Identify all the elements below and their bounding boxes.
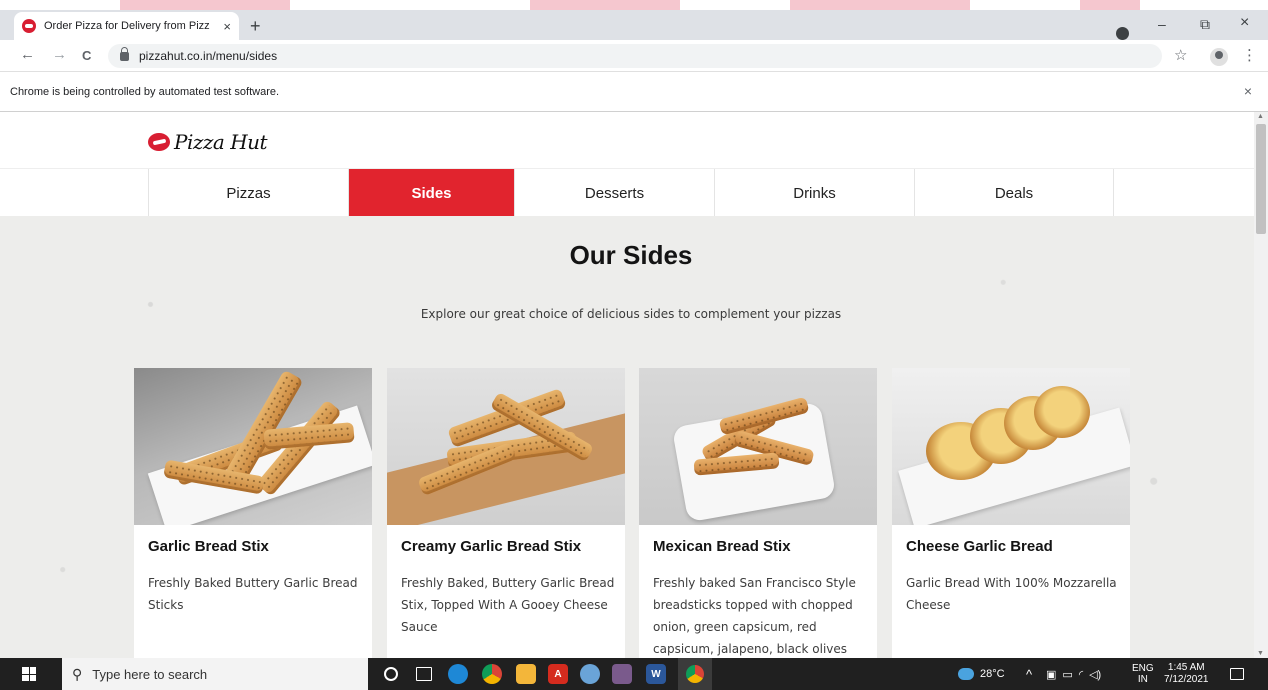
wifi-icon[interactable]: ◜: [1079, 668, 1083, 681]
browser-tab[interactable]: Order Pizza for Delivery from Pizz ×: [14, 12, 239, 40]
nav-item-drinks[interactable]: Drinks: [714, 169, 914, 217]
site-header: Pizza Hut: [0, 112, 1254, 168]
taskbar-search-box[interactable]: ⚲ Type here to search: [62, 658, 368, 690]
product-card-cheese-garlic-bread[interactable]: Cheese Garlic Bread Garlic Bread With 10…: [892, 368, 1130, 658]
chrome-taskbar-active-icon[interactable]: [678, 658, 712, 690]
app-icon[interactable]: [612, 664, 632, 684]
window-close-button[interactable]: ×: [1240, 14, 1249, 32]
lock-icon: [120, 46, 129, 61]
top-edge-strip: [0, 0, 1268, 10]
menu-category-nav: Pizzas Sides Desserts Drinks Deals: [0, 168, 1254, 217]
windows-start-icon[interactable]: [22, 667, 36, 681]
network-icon[interactable]: ▣: [1046, 668, 1056, 681]
product-image[interactable]: [892, 368, 1130, 525]
temperature-text: 28°C: [980, 668, 1005, 680]
volume-icon[interactable]: ◁): [1089, 668, 1101, 681]
nav-item-desserts[interactable]: Desserts: [514, 169, 714, 217]
section-title: Our Sides: [569, 240, 693, 270]
pizza-hut-roof-icon: [148, 133, 170, 151]
logo-wordmark: Pizza Hut: [174, 130, 268, 154]
product-card-mexican-bread-stix[interactable]: Mexican Bread Stix Freshly baked San Fra…: [639, 368, 877, 658]
pizza-hut-favicon-icon: [22, 19, 36, 33]
scroll-down-arrow-icon[interactable]: ▼: [1257, 650, 1264, 657]
scroll-up-arrow-icon[interactable]: ▲: [1257, 113, 1264, 120]
product-image[interactable]: [639, 368, 877, 525]
weather-icon: [958, 668, 974, 680]
nav-item-deals[interactable]: Deals: [914, 169, 1114, 217]
bookmark-star-icon[interactable]: ☆: [1174, 46, 1187, 64]
tray-icons: ▣ ▭ ◜ ◁): [1046, 658, 1101, 690]
pizza-hut-logo[interactable]: Pizza Hut: [148, 130, 268, 154]
forward-button[interactable]: →: [52, 46, 67, 63]
windows-taskbar: ⚲ Type here to search A W 28°C ^ ▣ ▭ ◜ ◁…: [0, 658, 1268, 690]
product-image[interactable]: [134, 368, 372, 525]
tab-title: Order Pizza for Delivery from Pizz: [44, 20, 210, 32]
window-minimize-button[interactable]: –: [1158, 16, 1166, 32]
window-restore-button[interactable]: ⧉: [1200, 16, 1210, 33]
product-name: Cheese Garlic Bread: [906, 538, 1053, 555]
browser-toolbar: ← → C pizzahut.co.in/menu/sides ☆ ⋮: [0, 40, 1268, 72]
nav-item-sides[interactable]: Sides: [348, 169, 514, 217]
back-button[interactable]: ←: [20, 46, 35, 63]
profile-avatar-icon[interactable]: [1210, 48, 1228, 66]
product-image[interactable]: [387, 368, 625, 525]
notification-center-icon[interactable]: [1230, 658, 1244, 690]
file-explorer-icon[interactable]: [516, 664, 536, 684]
cortana-icon[interactable]: [384, 667, 398, 681]
system-clock[interactable]: 1:45 AM 7/12/2021: [1164, 658, 1209, 690]
clock-time: 1:45 AM: [1167, 662, 1205, 673]
weather-widget[interactable]: 28°C: [958, 658, 1005, 690]
automation-infobar: Chrome is being controlled by automated …: [0, 72, 1268, 112]
chrome-icon[interactable]: [482, 664, 502, 684]
language-top: ENG: [1132, 663, 1154, 674]
taskbar-search-placeholder: Type here to search: [92, 666, 208, 682]
page-viewport: Pizza Hut Pizzas Sides Desserts Drinks D…: [0, 112, 1254, 658]
task-view-icon[interactable]: [416, 667, 432, 681]
paint-icon[interactable]: [580, 664, 600, 684]
infobar-message: Chrome is being controlled by automated …: [10, 85, 280, 98]
product-description: Freshly Baked, Buttery Garlic Bread Stix…: [401, 576, 615, 634]
tray-overflow-icon[interactable]: ^: [1026, 658, 1032, 690]
address-url: pizzahut.co.in/menu/sides: [139, 49, 278, 63]
search-icon: ⚲: [72, 665, 83, 682]
clock-date: 7/12/2021: [1164, 674, 1209, 685]
product-description: Garlic Bread With 100% Mozzarella Cheese: [906, 576, 1117, 612]
infobar-close-icon[interactable]: ×: [1244, 83, 1252, 99]
word-icon[interactable]: W: [646, 664, 666, 684]
product-name: Garlic Bread Stix: [148, 538, 269, 555]
product-name: Mexican Bread Stix: [653, 538, 791, 555]
nav-item-pizzas[interactable]: Pizzas: [148, 169, 348, 217]
section-subtitle: Explore our great choice of delicious si…: [420, 307, 842, 321]
product-description: Freshly baked San Francisco Style breads…: [653, 576, 856, 656]
language-bottom: IN: [1137, 674, 1148, 685]
page-scrollbar[interactable]: ▲ ▼: [1254, 112, 1268, 658]
new-tab-button[interactable]: +: [250, 16, 261, 37]
acrobat-icon[interactable]: A: [548, 664, 568, 684]
product-card-garlic-bread-stix[interactable]: Garlic Bread Stix Freshly Baked Buttery …: [134, 368, 372, 658]
chrome-menu-icon[interactable]: ⋮: [1242, 46, 1257, 64]
language-indicator[interactable]: ENG IN: [1132, 658, 1154, 690]
browser-tab-bar: Order Pizza for Delivery from Pizz × + –…: [0, 10, 1268, 40]
scrollbar-thumb[interactable]: [1256, 124, 1266, 234]
chrome-extension-icon[interactable]: [1116, 27, 1129, 40]
product-description: Freshly Baked Buttery Garlic Bread Stick…: [148, 576, 358, 612]
edge-icon[interactable]: [448, 664, 468, 684]
product-name: Creamy Garlic Bread Stix: [401, 538, 582, 555]
product-card-creamy-garlic-bread-stix[interactable]: Creamy Garlic Bread Stix Freshly Baked, …: [387, 368, 625, 658]
battery-icon[interactable]: ▭: [1062, 668, 1072, 681]
address-bar[interactable]: pizzahut.co.in/menu/sides: [108, 44, 1162, 68]
reload-button[interactable]: C: [82, 48, 91, 63]
tab-close-icon[interactable]: ×: [223, 19, 231, 34]
